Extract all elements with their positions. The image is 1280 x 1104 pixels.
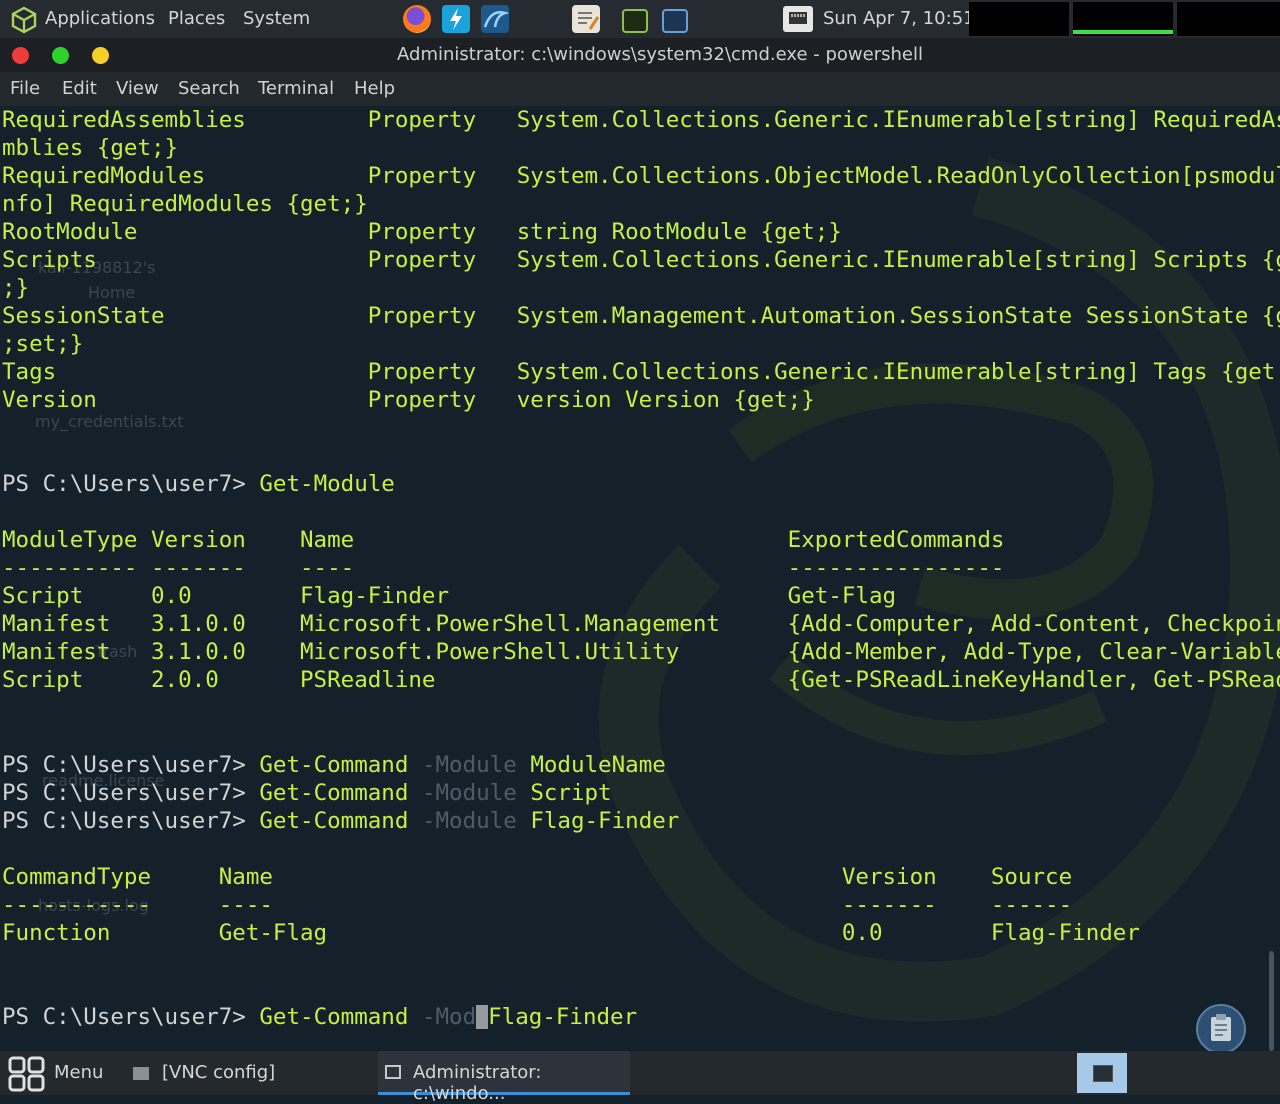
table-row: Manifest 3.1.0.0 Microsoft.PowerShell.Ut… xyxy=(2,639,1280,665)
menu-help[interactable]: Help xyxy=(354,78,395,99)
powershell-icon[interactable] xyxy=(662,9,688,33)
taskbar-terminal-window[interactable]: Administrator: c:\windo... xyxy=(378,1051,630,1104)
table-row: Manifest 3.1.0.0 Microsoft.PowerShell.Ma… xyxy=(2,611,1280,637)
prompt-line: PS C:\Users\user7> Get-Command -Module F… xyxy=(2,807,679,835)
desktop-label: Home xyxy=(88,283,136,302)
memory-monitor xyxy=(1073,2,1173,36)
command: Get-Command xyxy=(259,780,409,806)
table-row: Script 0.0 Flag-Finder Get-Flag xyxy=(2,583,897,609)
system-menu[interactable]: System xyxy=(243,8,310,29)
terminal-line: ;} xyxy=(2,275,30,301)
prompt-line: PS C:\Users\user7> Get-Command -Module S… xyxy=(2,779,612,807)
text-cursor xyxy=(476,1005,489,1029)
top-panel: Applications Places System Sun Apr 7, 10… xyxy=(0,0,1280,38)
clipboard-icon xyxy=(1211,1014,1231,1041)
menu-grid-icon[interactable] xyxy=(8,1056,46,1092)
menu-file[interactable]: File xyxy=(10,78,40,99)
clipboard-button[interactable] xyxy=(1196,1004,1246,1054)
table-separator: ----------- ---- ------- ------ xyxy=(2,892,1073,918)
terminal-area[interactable]: kali-1198812's Home my_credentials.txt T… xyxy=(0,106,1280,1051)
menu-view[interactable]: View xyxy=(116,78,159,99)
terminal-line: RequiredModules Property System.Collecti… xyxy=(2,163,1280,189)
prompt: PS C:\Users\user7> xyxy=(2,471,260,497)
terminal-line: ;set;} xyxy=(2,331,84,357)
clock[interactable]: Sun Apr 7, 10:51 xyxy=(823,8,975,29)
terminal-line: RequiredAssemblies Property System.Colle… xyxy=(2,107,1280,133)
argument: Flag-Finder xyxy=(488,1004,638,1030)
table-header: ModuleType Version Name ExportedCommands xyxy=(2,527,1005,553)
taskbar-terminal-label: Administrator: c:\windo... xyxy=(413,1062,542,1104)
prompt: PS C:\Users\user7> xyxy=(2,1004,260,1030)
window-title: Administrator: c:\windows\system32\cmd.e… xyxy=(397,44,923,65)
cpu-monitor xyxy=(969,2,1069,36)
prompt: PS C:\Users\user7> xyxy=(2,808,260,834)
workspace-switcher[interactable] xyxy=(1077,1053,1127,1093)
parameter: -Module xyxy=(408,752,531,778)
menu-search[interactable]: Search xyxy=(178,78,240,99)
menu-edit[interactable]: Edit xyxy=(62,78,97,99)
applications-menu[interactable]: Applications xyxy=(45,8,155,29)
scrollbar[interactable] xyxy=(1269,951,1274,1051)
argument: Script xyxy=(530,780,612,806)
parameter: -Mod xyxy=(408,1004,477,1030)
parameter: -Module xyxy=(408,808,531,834)
prompt-line: PS C:\Users\user7> Get-Module xyxy=(2,470,395,498)
firefox-icon[interactable] xyxy=(403,5,431,33)
terminal-line: mblies {get;} xyxy=(2,135,179,161)
workspace-window-icon xyxy=(1093,1065,1113,1082)
menu-terminal[interactable]: Terminal xyxy=(258,78,334,99)
menubar: File Edit View Search Terminal Help xyxy=(0,72,1280,106)
prompt-line: PS C:\Users\user7> Get-Command -Module M… xyxy=(2,751,666,779)
wireshark-icon[interactable] xyxy=(481,5,510,33)
applications-icon[interactable] xyxy=(10,6,38,34)
zap-icon[interactable] xyxy=(442,5,470,33)
taskbar-vnc-config[interactable]: [VNC config] xyxy=(162,1062,275,1083)
table-separator: ---------- ------- ---- ---------------- xyxy=(2,555,1005,581)
prompt: PS C:\Users\user7> xyxy=(2,780,260,806)
text-editor-icon[interactable] xyxy=(572,5,600,33)
terminal-line: Tags Property System.Collections.Generic… xyxy=(2,359,1280,385)
network-icon[interactable] xyxy=(783,6,813,32)
terminal-icon[interactable] xyxy=(622,9,648,33)
menu-button[interactable]: Menu xyxy=(54,1062,103,1083)
terminal-line: Scripts Property System.Collections.Gene… xyxy=(2,247,1280,273)
terminal-line: Version Property version Version {get;} xyxy=(2,387,815,413)
terminal-window-icon xyxy=(385,1065,401,1079)
window-titlebar: Administrator: c:\windows\system32\cmd.e… xyxy=(0,38,1280,72)
places-menu[interactable]: Places xyxy=(168,8,225,29)
table-row: Function Get-Flag 0.0 Flag-Finder xyxy=(2,920,1140,946)
prompt: PS C:\Users\user7> xyxy=(2,752,260,778)
terminal-line: SessionState Property System.Management.… xyxy=(2,303,1280,329)
terminal-line: RootModule Property string RootModule {g… xyxy=(2,219,842,245)
command: Get-Command xyxy=(259,1004,409,1030)
table-row: Script 2.0.0 PSReadline {Get-PSReadLineK… xyxy=(2,667,1280,693)
argument: Flag-Finder xyxy=(530,808,680,834)
parameter: -Module xyxy=(408,780,531,806)
desktop-label: my_credentials.txt xyxy=(35,412,184,431)
network-monitor xyxy=(1177,2,1280,36)
current-prompt-line[interactable]: PS C:\Users\user7> Get-Command -Mod Flag-… xyxy=(2,1003,637,1031)
argument: ModuleName xyxy=(530,752,666,778)
taskbar: Menu [VNC config] Administrator: c:\wind… xyxy=(0,1051,1280,1104)
window-icon xyxy=(133,1067,149,1080)
command: Get-Module xyxy=(259,471,395,497)
command: Get-Command xyxy=(259,808,409,834)
command: Get-Command xyxy=(259,752,409,778)
terminal-line: nfo] RequiredModules {get;} xyxy=(2,191,368,217)
table-header: CommandType Name Version Source xyxy=(2,864,1073,890)
